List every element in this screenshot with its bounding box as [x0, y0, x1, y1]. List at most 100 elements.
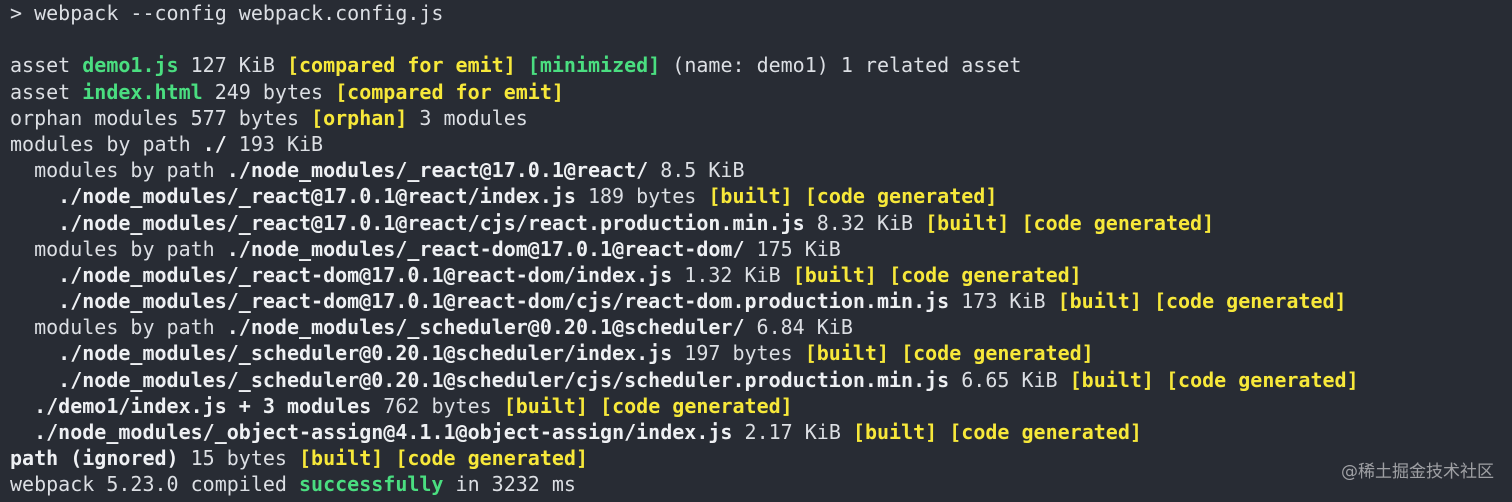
- terminal-text-segment: ./node_modules/_react-dom@17.0.1@react-d…: [58, 262, 673, 287]
- terminal-text-segment: [code generated]: [1165, 367, 1359, 392]
- terminal-text-segment: 15 bytes: [178, 446, 299, 471]
- terminal-text-segment: 189 bytes: [575, 184, 709, 209]
- terminal-text-segment: 8.5 KiB: [648, 158, 745, 183]
- terminal-text-segment: [orphan]: [311, 105, 408, 130]
- terminal-text-segment: modules by path: [10, 158, 227, 183]
- terminal-text-segment: in 3232 ms: [443, 472, 576, 497]
- terminal-line: ./node_modules/_react@17.0.1@react/index…: [10, 183, 1359, 209]
- terminal-text-segment: modules by path: [10, 131, 203, 156]
- terminal-text-segment: ./node_modules/_scheduler@0.20.1@schedul…: [58, 341, 673, 366]
- terminal-text-segment: [code generated]: [804, 184, 998, 209]
- terminal-text-segment: 6.65 KiB: [949, 367, 1070, 392]
- terminal-text-segment: [minimized]: [527, 53, 661, 78]
- terminal-line: modules by path ./node_modules/_react-do…: [10, 236, 1359, 262]
- terminal-text-segment: ./demo1/index.js + 3 modules: [34, 393, 372, 418]
- terminal-text-segment: (name: demo1) 1 related asset: [660, 53, 1022, 78]
- terminal-text-segment: 193 KiB: [226, 131, 324, 156]
- terminal-output: > webpack --config webpack.config.js asse…: [10, 0, 1359, 498]
- terminal-text-segment: ./node_modules/_react@17.0.1@react/: [226, 158, 649, 183]
- terminal-text-segment: modules by path: [10, 236, 227, 261]
- watermark: @稀土掘金技术社区: [1341, 462, 1494, 482]
- terminal-line: ./demo1/index.js + 3 modules 762 bytes […: [10, 393, 1359, 419]
- terminal-line: asset demo1.js 127 KiB [compared for emi…: [10, 52, 1359, 78]
- terminal-text-segment: [built]: [1069, 367, 1154, 392]
- terminal-text-segment: successfully: [298, 472, 444, 497]
- terminal-text-segment: [code generated]: [600, 393, 793, 418]
- terminal-text-segment: asset: [10, 79, 83, 104]
- terminal-text-segment: [code generated]: [889, 262, 1082, 287]
- terminal-text-segment: ./: [202, 131, 227, 156]
- terminal-text-segment: ./node_modules/_object-assign@4.1.1@obje…: [34, 420, 733, 444]
- terminal-text-segment: [built]: [852, 420, 938, 444]
- terminal-text-segment: [built]: [804, 341, 890, 366]
- terminal-text-segment: [code generated]: [395, 446, 588, 471]
- terminal-line: ./node_modules/_object-assign@4.1.1@obje…: [10, 419, 1359, 445]
- terminal-text-segment: webpack 5.23.0 compiled: [10, 472, 299, 497]
- terminal-text-segment: index.html: [82, 79, 203, 104]
- terminal-text-segment: modules by path: [10, 315, 227, 340]
- terminal-text-segment: orphan modules 577 bytes: [10, 105, 312, 130]
- terminal-text-segment: ./node_modules/_react-dom@17.0.1@react-d…: [226, 236, 745, 261]
- terminal-text-segment: 6.84 KiB: [744, 315, 853, 340]
- terminal-text-segment: ./node_modules/_react@17.0.1@react/index…: [58, 184, 576, 209]
- terminal-text-segment: [built]: [299, 446, 384, 471]
- terminal-text-segment: ./node_modules/_react@17.0.1@react/cjs/r…: [58, 210, 805, 235]
- terminal-line: ./node_modules/_scheduler@0.20.1@schedul…: [10, 367, 1359, 393]
- terminal-text-segment: demo1.js: [82, 53, 179, 78]
- terminal-text-segment: path (ignored): [10, 446, 179, 471]
- terminal-text-segment: [code generated]: [1021, 210, 1215, 235]
- terminal-text-segment: [compared for emit]: [335, 79, 564, 104]
- terminal-line: orphan modules 577 bytes [orphan] 3 modu…: [10, 105, 1359, 131]
- terminal-line: asset index.html 249 bytes [compared for…: [10, 79, 1359, 105]
- terminal-line: ./node_modules/_react-dom@17.0.1@react-d…: [10, 288, 1359, 314]
- terminal-text-segment: 197 bytes: [672, 341, 805, 366]
- terminal-line: ./node_modules/_react-dom@17.0.1@react-d…: [10, 262, 1359, 288]
- terminal-text-segment: [code generated]: [901, 341, 1094, 366]
- terminal-text-segment: 762 bytes: [371, 393, 504, 418]
- terminal-text-segment: [code generated]: [1153, 289, 1347, 314]
- terminal-line: ./node_modules/_scheduler@0.20.1@schedul…: [10, 340, 1359, 366]
- terminal-text-segment: ./node_modules/_react-dom@17.0.1@react-d…: [58, 289, 950, 314]
- terminal-text-segment: 175 KiB: [744, 236, 841, 261]
- terminal-text-segment: [built]: [1057, 289, 1142, 314]
- terminal-line: webpack 5.23.0 compiled successfully in …: [10, 471, 1359, 497]
- terminal-text-segment: ./node_modules/_scheduler@0.20.1@schedul…: [58, 367, 950, 392]
- terminal-text-segment: ./node_modules/_scheduler@0.20.1@schedul…: [226, 315, 745, 340]
- terminal-line: modules by path ./ 193 KiB: [10, 131, 1359, 157]
- terminal-window: > webpack --config webpack.config.js asse…: [0, 0, 1512, 502]
- terminal-text-segment: [built]: [503, 393, 588, 418]
- terminal-text-segment: 249 bytes: [202, 79, 336, 104]
- terminal-text-segment: [code generated]: [949, 420, 1142, 444]
- terminal-text-segment: 173 KiB: [949, 289, 1058, 314]
- terminal-line: path (ignored) 15 bytes [built] [code ge…: [10, 445, 1359, 471]
- terminal-line: ./node_modules/_react@17.0.1@react/cjs/r…: [10, 210, 1359, 236]
- terminal-text-segment: asset: [10, 53, 83, 78]
- terminal-line: modules by path ./node_modules/_schedule…: [10, 314, 1359, 340]
- terminal-text-segment: [built]: [792, 262, 877, 287]
- terminal-text-segment: [built]: [708, 184, 793, 209]
- terminal-text-segment: 1.32 KiB: [672, 262, 793, 287]
- terminal-line: modules by path ./node_modules/_react@17…: [10, 157, 1359, 183]
- terminal-text-segment: 3 modules: [407, 105, 528, 130]
- terminal-text-segment: 2.17 KiB: [732, 420, 853, 444]
- terminal-text-segment: > webpack --config webpack.config.js: [10, 1, 444, 25]
- terminal-text-segment: 8.32 KiB: [804, 210, 926, 235]
